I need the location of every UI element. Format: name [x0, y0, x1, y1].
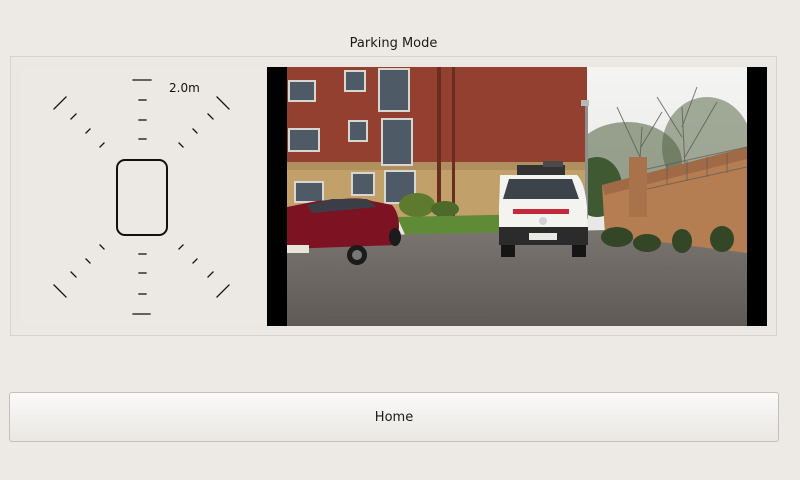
front-left-sensor	[70, 113, 77, 120]
front-left-sensor	[99, 142, 105, 148]
camera-feed-image	[287, 67, 747, 326]
rear-left-sensor	[70, 271, 77, 278]
front-left-sensor	[85, 128, 91, 134]
front-left-sensor	[53, 96, 67, 110]
rear-right-sensor	[207, 271, 214, 278]
rear-left-sensor	[53, 284, 67, 298]
rear-right-sensor	[192, 258, 198, 264]
rear-right-sensor	[178, 244, 184, 250]
proximity-sensor-display: 2.0m	[21, 67, 265, 325]
scale-label: 2.0m	[169, 81, 200, 95]
sensor-diagram	[53, 79, 230, 315]
front-right-sensor	[192, 128, 198, 134]
home-button[interactable]: Home	[9, 392, 779, 442]
car-icon	[116, 159, 168, 236]
rear-right-sensor	[216, 284, 230, 298]
front-right-sensor	[207, 113, 214, 120]
rear-left-sensor	[99, 244, 105, 250]
rear-left-sensor	[85, 258, 91, 264]
front-right-sensor	[216, 96, 230, 110]
front-right-sensor	[178, 142, 184, 148]
rear-camera-view	[267, 67, 767, 326]
page-title: Parking Mode	[349, 36, 438, 51]
parking-panel: 2.0m	[10, 56, 777, 336]
